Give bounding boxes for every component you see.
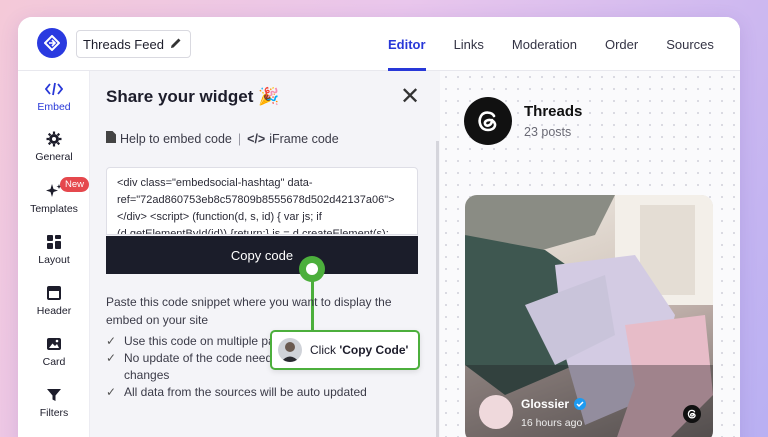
help-embed-link[interactable]: Help to embed code xyxy=(120,132,232,146)
help-links: Help to embed code | </> iFrame code xyxy=(106,131,339,146)
panel-title: Share your widget 🎉 xyxy=(106,87,280,106)
tooltip-prefix: Click xyxy=(310,343,340,357)
post-card[interactable]: Glossier 16 hours ago xyxy=(465,195,713,437)
code-icon: </> xyxy=(247,131,266,146)
sidebar: Embed General New Templates Layout Heade… xyxy=(18,71,90,437)
sidebar-item-label: Embed xyxy=(37,101,71,113)
grid-icon xyxy=(18,234,90,250)
close-icon[interactable]: ✕ xyxy=(400,85,420,109)
sidebar-item-label: General xyxy=(35,151,73,163)
sidebar-item-label: Templates xyxy=(30,203,78,215)
sidebar-item-header[interactable]: Header xyxy=(18,285,90,317)
sidebar-item-card[interactable]: Card xyxy=(18,336,90,368)
gear-icon xyxy=(18,131,90,147)
top-bar: Threads Feed Editor Links Moderation Ord… xyxy=(18,17,740,71)
instructions-text: Paste this code snippet where you want t… xyxy=(106,295,392,327)
click-indicator xyxy=(299,256,325,282)
app-logo-icon[interactable] xyxy=(37,28,67,58)
header-icon xyxy=(18,285,90,301)
avatar xyxy=(278,338,302,362)
sidebar-item-embed[interactable]: Embed xyxy=(18,81,90,113)
post-count: 23 posts xyxy=(524,125,572,139)
code-icon xyxy=(18,81,90,97)
check-icon: ✓ xyxy=(106,385,117,399)
panel-scrollbar[interactable] xyxy=(436,141,439,437)
image-icon xyxy=(18,336,90,352)
tab-moderation[interactable]: Moderation xyxy=(512,17,577,71)
tab-order[interactable]: Order xyxy=(605,17,638,71)
sidebar-item-label: Header xyxy=(36,305,72,317)
verified-icon xyxy=(574,398,587,410)
copy-tooltip: Click 'Copy Code' xyxy=(270,330,420,370)
sidebar-item-templates[interactable]: New Templates xyxy=(18,177,90,215)
filter-icon xyxy=(18,387,90,403)
sidebar-item-general[interactable]: General xyxy=(18,131,90,163)
threads-icon xyxy=(683,405,701,423)
feed-name: Threads xyxy=(524,103,583,120)
tab-editor[interactable]: Editor xyxy=(388,17,426,71)
sidebar-item-label: Layout xyxy=(38,254,70,266)
tab-sources[interactable]: Sources xyxy=(666,17,714,71)
new-badge: New xyxy=(60,177,90,192)
main-nav: Editor Links Moderation Order Sources xyxy=(388,17,740,71)
post-author: Glossier xyxy=(521,397,587,411)
feed-title: Threads Feed xyxy=(83,36,164,52)
list-item: ✓ All data from the sources will be auto … xyxy=(106,385,367,399)
document-icon xyxy=(106,131,116,146)
tab-links[interactable]: Links xyxy=(454,17,484,71)
pencil-icon[interactable] xyxy=(170,37,182,52)
sidebar-item-label: Filters xyxy=(39,407,69,419)
sidebar-item-filters[interactable]: Filters xyxy=(18,387,90,419)
share-panel: Share your widget 🎉 ✕ Help to embed code… xyxy=(90,71,440,437)
divider: | xyxy=(237,131,242,146)
threads-logo-icon xyxy=(464,97,512,145)
sidebar-item-label: Card xyxy=(42,356,66,368)
widget-preview: Threads 23 posts Glossier 16 hours ago xyxy=(440,71,740,437)
iframe-code-link[interactable]: iFrame code xyxy=(269,132,338,146)
avatar xyxy=(479,395,513,429)
embed-code-box[interactable]: <div class="embedsocial-hashtag" data-re… xyxy=(106,167,418,235)
sidebar-item-layout[interactable]: Layout xyxy=(18,234,90,266)
tooltip-action: 'Copy Code' xyxy=(339,343,409,357)
copy-code-button[interactable]: Copy code xyxy=(106,236,418,274)
feed-title-field[interactable]: Threads Feed xyxy=(76,30,191,58)
post-timestamp: 16 hours ago xyxy=(521,417,583,429)
check-icon: ✓ xyxy=(106,334,117,348)
app-window: Threads Feed Editor Links Moderation Ord… xyxy=(18,17,740,437)
check-icon: ✓ xyxy=(106,351,117,365)
